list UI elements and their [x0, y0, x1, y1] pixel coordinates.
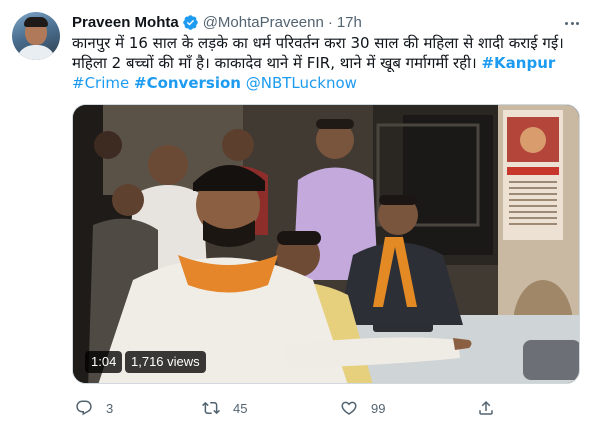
tweet-text-line: कानपुर में 16 साल के लड़के का धर्म परिवर…: [72, 34, 564, 52]
verified-badge-icon: [182, 14, 198, 30]
reply-count: 3: [106, 400, 114, 416]
avatar-hair: [24, 17, 48, 27]
retweet-icon: [202, 401, 220, 415]
tweet-text-line: #Crime #Conversion @NBTLucknow: [72, 73, 588, 93]
video-duration: 1:04: [85, 351, 123, 373]
video-view-count: 1,716 views: [125, 351, 206, 373]
tweet-header: Praveen Mohta @MohtaPraveenn · 17h: [72, 12, 362, 32]
like-button[interactable]: 99: [340, 396, 385, 420]
mention-nbtlucknow[interactable]: @NBTLucknow: [246, 74, 357, 92]
tweet-card[interactable]: Praveen Mohta @MohtaPraveenn · 17h कानपु…: [0, 0, 600, 427]
header-separator: ·: [327, 13, 333, 31]
tweet-text-segment: महिला 2 बच्चों की माँ है। काकादेव थाने म…: [72, 54, 482, 72]
retweet-button[interactable]: 45: [202, 396, 247, 420]
tweet-text: कानपुर में 16 साल के लड़के का धर्म परिवर…: [72, 33, 588, 93]
avatar-shirt: [16, 45, 56, 60]
tweet-actions: 3 45 99: [72, 396, 580, 420]
video-frame: [73, 105, 579, 383]
author-name[interactable]: Praveen Mohta: [72, 14, 179, 31]
hashtag-conversion[interactable]: #Conversion: [134, 74, 241, 92]
like-icon: [341, 401, 357, 415]
hashtag-crime[interactable]: #Crime: [72, 74, 129, 92]
share-icon: [479, 400, 493, 415]
hashtag-kanpur[interactable]: #Kanpur: [481, 54, 555, 72]
author-handle[interactable]: @MohtaPraveenn: [203, 14, 324, 31]
reply-icon: [76, 400, 92, 416]
like-count: 99: [371, 400, 386, 416]
avatar[interactable]: [12, 12, 60, 60]
retweet-count: 45: [233, 400, 248, 416]
tweet-text-line: महिला 2 बच्चों की माँ है। काकादेव थाने म…: [72, 53, 588, 73]
share-button[interactable]: [477, 396, 495, 420]
tweet-timestamp[interactable]: 17h: [337, 14, 362, 31]
reply-button[interactable]: 3: [75, 396, 113, 420]
video-player[interactable]: 1:04 1,716 views: [72, 104, 580, 384]
more-icon[interactable]: [562, 13, 582, 33]
